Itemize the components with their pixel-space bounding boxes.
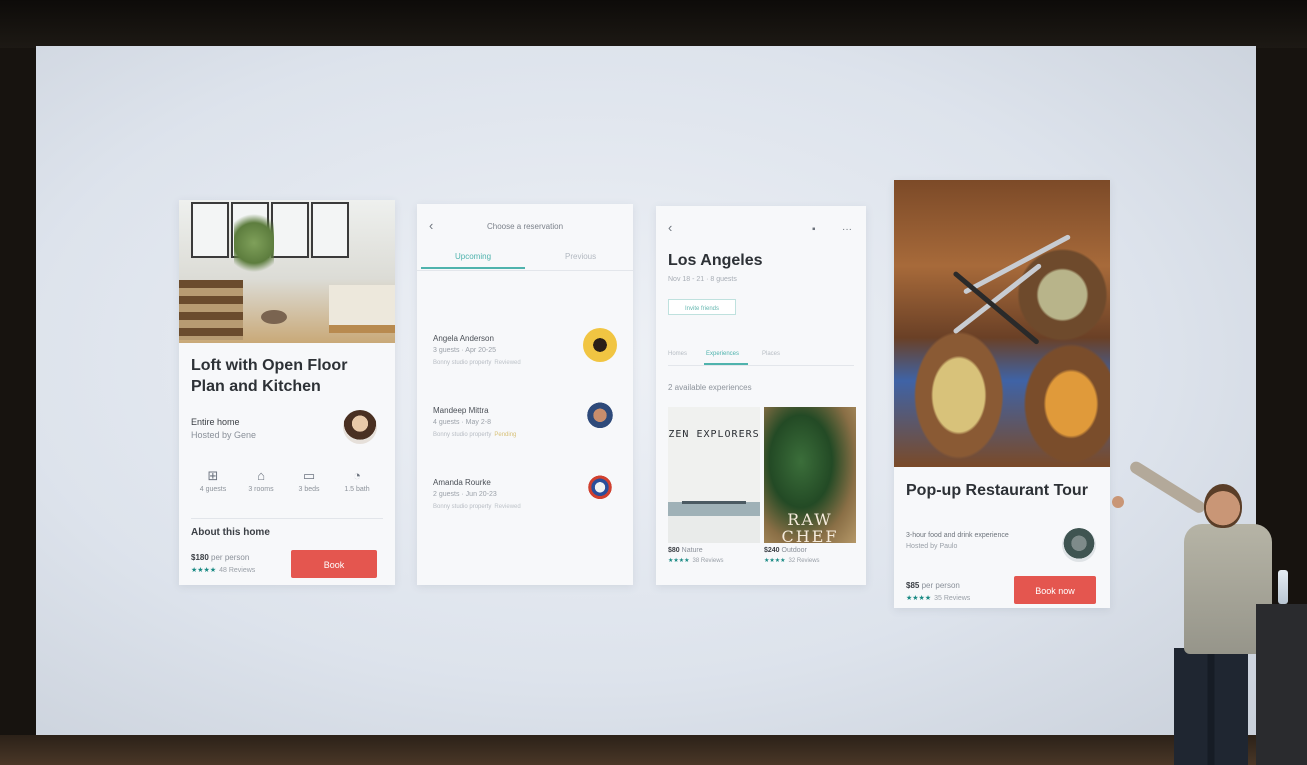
plant — [234, 208, 274, 278]
window — [191, 202, 229, 258]
poster-title: RAW CHEF — [781, 510, 839, 543]
guest-avatar[interactable] — [583, 328, 617, 362]
home-listing-card: Loft with Open Floor Plan and Kitchen En… — [179, 200, 395, 585]
home-photo — [179, 200, 395, 343]
book-now-button[interactable]: Book now — [1014, 576, 1096, 604]
window — [271, 202, 309, 258]
water-bottle — [1278, 570, 1288, 604]
podium — [1256, 604, 1307, 765]
amenity-beds: ▭ 3 beds — [285, 468, 333, 493]
home-title: Loft with Open Floor Plan and Kitchen — [191, 357, 348, 395]
invite-friends-button[interactable]: Invite friends — [668, 299, 736, 315]
bath-icon: ◔ — [353, 468, 361, 483]
tour-price: $85 per person — [906, 581, 960, 590]
home-rating: ★★★★ 48 Reviews — [191, 567, 256, 574]
guests-icon: ⊞ — [207, 468, 219, 483]
bookshelf — [179, 280, 243, 340]
amenity-rooms: ⌂ 3 rooms — [237, 468, 285, 493]
tour-rating: ★★★★ 35 Reviews — [906, 595, 971, 602]
poster-title: ZEN EXPLORERS — [668, 429, 760, 440]
guest-avatar[interactable] — [583, 400, 617, 434]
star-rating-icon: ★★★★ — [668, 558, 690, 564]
experience-poster-zen[interactable]: ZEN EXPLORERS — [668, 407, 760, 543]
star-rating-icon: ★★★★ — [906, 595, 932, 602]
amenity-guests: ⊞ 4 guests — [189, 468, 237, 493]
book-button[interactable]: Book — [291, 550, 377, 578]
host-avatar[interactable] — [343, 410, 377, 444]
active-tab-indicator — [421, 267, 525, 269]
experience-poster-raw[interactable]: RAW CHEF — [764, 407, 856, 543]
rooms-icon: ⌂ — [257, 468, 265, 483]
guest-avatar[interactable] — [583, 472, 617, 506]
tab-experiences[interactable]: Experiences — [706, 351, 739, 357]
poster-meta: $240 Outdoor ★★★★ 32 Reviews — [764, 547, 820, 564]
divider — [191, 518, 383, 519]
city-card: ‹ ▪ ··· Los Angeles Nov 18 - 21 · 8 gues… — [656, 206, 866, 585]
about-heading: About this home — [191, 527, 270, 538]
tab-homes[interactable]: Homes — [668, 351, 687, 357]
home-host: Hosted by Gene — [191, 430, 257, 440]
tour-host: Hosted by Paulo — [906, 543, 958, 550]
reservations-card: ‹ Choose a reservation Upcoming Previous… — [417, 204, 633, 585]
experience-count: 2 available experiences — [668, 383, 752, 392]
home-price: $180 per person — [191, 553, 250, 562]
food-photo — [894, 180, 1110, 467]
presenter-hand — [1112, 496, 1124, 508]
amenity-bath: ◔ 1.5 bath — [333, 468, 381, 493]
tour-card: Pop-up Restaurant Tour 3-hour food and d… — [894, 180, 1110, 608]
home-type: Entire home — [191, 417, 240, 427]
dog — [261, 310, 287, 324]
tab-places[interactable]: Places — [762, 351, 780, 357]
amenities-row: ⊞ 4 guests ⌂ 3 rooms ▭ 3 beds ◔ 1.5 bath — [189, 468, 385, 508]
stage-floor — [0, 735, 1307, 765]
tab-upcoming[interactable]: Upcoming — [455, 252, 491, 261]
tab-previous[interactable]: Previous — [565, 252, 596, 261]
city-tabs: Homes Experiences Places — [668, 349, 854, 366]
share-icon[interactable]: ▪ — [812, 224, 816, 235]
star-rating-icon: ★★★★ — [191, 567, 217, 574]
tour-description: 3-hour food and drink experience — [906, 532, 1009, 539]
tour-title: Pop-up Restaurant Tour — [906, 482, 1088, 499]
city-title: Los Angeles — [668, 252, 763, 269]
host-avatar[interactable] — [1062, 528, 1096, 562]
beds-icon: ▭ — [302, 468, 316, 483]
more-icon[interactable]: ··· — [842, 224, 852, 235]
presenter-head — [1204, 484, 1242, 528]
presenter-legs — [1174, 648, 1248, 765]
reservations-header: Choose a reservation — [486, 222, 564, 231]
projection-screen: Loft with Open Floor Plan and Kitchen En… — [36, 46, 1256, 738]
back-arrow-icon[interactable]: ‹ — [668, 220, 672, 235]
bed — [329, 285, 395, 333]
star-rating-icon: ★★★★ — [764, 558, 786, 564]
window — [311, 202, 349, 258]
poster-meta: $80 Nature ★★★★ 38 Reviews — [668, 547, 724, 564]
active-tab-indicator — [704, 363, 748, 365]
stage-ceiling — [0, 0, 1307, 48]
trip-dates: Nov 18 - 21 · 8 guests — [668, 276, 737, 283]
tongs — [952, 270, 1040, 346]
boat — [682, 501, 746, 504]
